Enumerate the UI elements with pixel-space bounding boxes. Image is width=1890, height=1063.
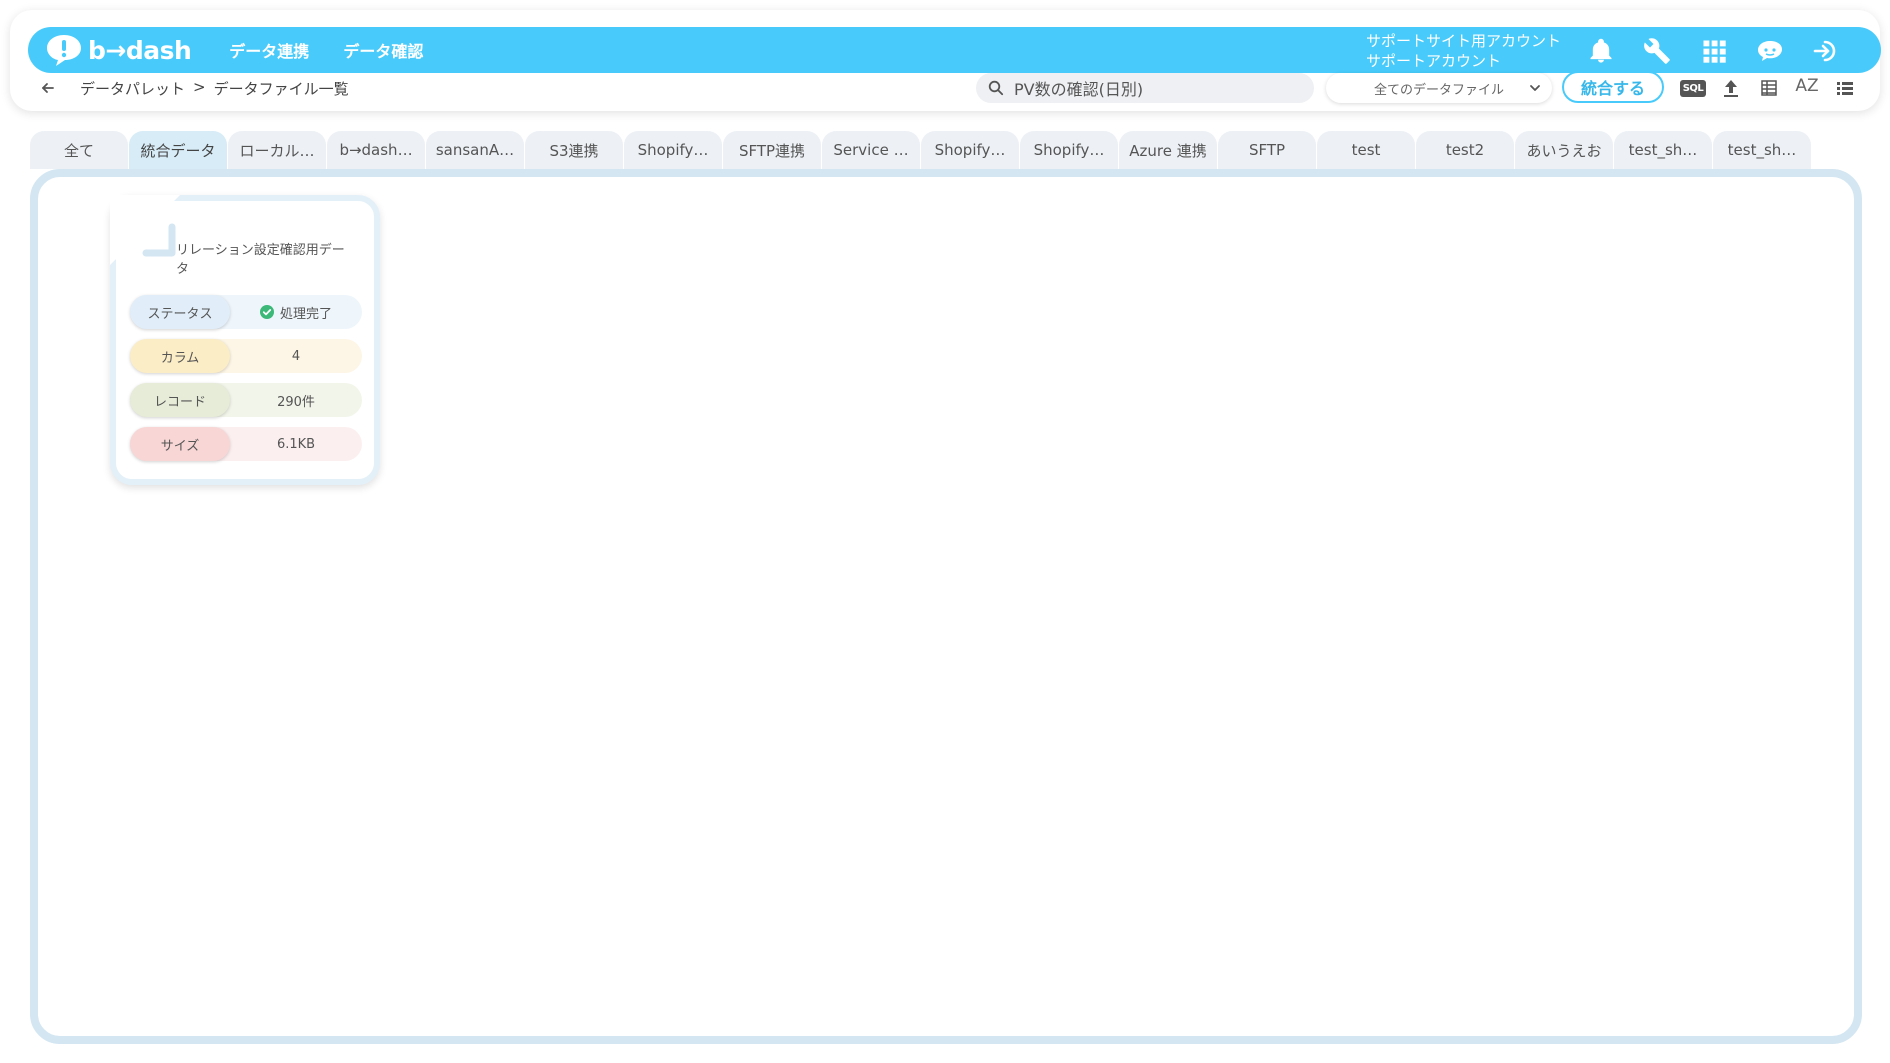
column-value: 4 [291, 348, 301, 364]
sql-icon[interactable]: SQL [1679, 76, 1707, 100]
chevron-down-icon [1530, 85, 1540, 91]
logo[interactable]: b→dash [45, 33, 192, 67]
merge-button[interactable]: 統合する [1562, 71, 1664, 103]
sql-label: SQL [1679, 79, 1707, 97]
header-bar: b→dash データ連携 データ確認 サポートサイト用アカウント サポートアカウ… [28, 27, 1881, 73]
table-view-icon[interactable] [1756, 76, 1782, 100]
tab-sansan[interactable]: sansanA… [426, 131, 524, 169]
tab-azure[interactable]: Azure 連携 [1119, 131, 1217, 169]
folded-corner-icon [142, 223, 176, 257]
tab-aiueo[interactable]: あいうえお [1515, 131, 1613, 169]
data-file-select[interactable]: 全てのデータファイル [1326, 73, 1552, 103]
breadcrumb-current: データファイル一覧 [213, 80, 349, 98]
data-file-card[interactable]: リレーション設定確認用データ ステータス 処理完了 カラム 4 レコード 290… [110, 195, 380, 485]
tab-shopify-3[interactable]: Shopify… [1020, 131, 1118, 169]
tab-bdash[interactable]: b→dash… [327, 131, 425, 169]
grid-icon[interactable] [1699, 36, 1729, 66]
record-label: レコード [130, 383, 230, 417]
logo-text: b→dash [88, 35, 192, 65]
nav-data-check[interactable]: データ確認 [343, 38, 423, 62]
chat-bot-icon[interactable] [1755, 36, 1785, 66]
tab-test[interactable]: test [1317, 131, 1415, 169]
record-row: レコード 290件 [130, 383, 362, 417]
breadcrumb-separator: > [193, 78, 206, 96]
list-view-icon[interactable] [1832, 76, 1858, 100]
check-circle-icon [259, 305, 274, 319]
top-header-card: b→dash データ連携 データ確認 サポートサイト用アカウント サポートアカウ… [10, 10, 1881, 111]
file-card-title: リレーション設定確認用データ [176, 243, 345, 277]
tab-all[interactable]: 全て [30, 131, 128, 169]
tab-test2[interactable]: test2 [1416, 131, 1514, 169]
status-text: 処理完了 [279, 306, 332, 322]
tab-bar: 全て 統合データ ローカル… b→dash… sansanA… S3連携 Sho… [30, 131, 1812, 169]
logout-icon[interactable] [1811, 36, 1841, 66]
record-value: 290件 [277, 394, 315, 410]
tab-test-sh-1[interactable]: test_sh… [1614, 131, 1712, 169]
sort-az-label: AZ [1795, 76, 1819, 96]
wrench-icon[interactable] [1642, 36, 1672, 66]
tab-sftp[interactable]: SFTP [1218, 131, 1316, 169]
search-input[interactable] [1014, 78, 1294, 98]
back-arrow-icon[interactable] [38, 78, 58, 98]
bell-icon[interactable] [1586, 36, 1616, 66]
size-row: サイズ 6.1KB [130, 427, 362, 461]
nav-data-link[interactable]: データ連携 [229, 38, 309, 62]
size-label: サイズ [130, 427, 230, 461]
account-line2: サポートアカウント [1366, 52, 1502, 70]
account-line1: サポートサイト用アカウント [1366, 32, 1562, 50]
breadcrumb: データパレット > データファイル一覧 [80, 78, 349, 99]
column-label: カラム [130, 339, 230, 373]
breadcrumb-data-palette[interactable]: データパレット [80, 78, 185, 99]
tab-service[interactable]: Service … [822, 131, 920, 169]
logo-bubble-icon [45, 33, 83, 67]
tab-s3[interactable]: S3連携 [525, 131, 623, 169]
tab-shopify-2[interactable]: Shopify… [921, 131, 1019, 169]
tab-test-sh-2[interactable]: test_sh… [1713, 131, 1811, 169]
tab-sftp-link[interactable]: SFTP連携 [723, 131, 821, 169]
size-value: 6.1KB [276, 436, 316, 452]
tab-local[interactable]: ローカル… [228, 131, 326, 169]
status-value: 処理完了 [230, 303, 362, 322]
search-box[interactable] [976, 73, 1314, 103]
account-info[interactable]: サポートサイト用アカウント サポートアカウント [1366, 31, 1561, 71]
status-label: ステータス [130, 295, 230, 329]
status-row: ステータス 処理完了 [130, 295, 362, 329]
tab-integrated-data[interactable]: 統合データ [129, 131, 227, 169]
data-file-select-value: 全てのデータファイル [1373, 82, 1504, 98]
column-row: カラム 4 [130, 339, 362, 373]
sort-az-icon[interactable]: AZ [1794, 74, 1820, 98]
search-icon [988, 80, 1004, 96]
tab-shopify-1[interactable]: Shopify… [624, 131, 722, 169]
upload-icon[interactable] [1718, 76, 1744, 100]
